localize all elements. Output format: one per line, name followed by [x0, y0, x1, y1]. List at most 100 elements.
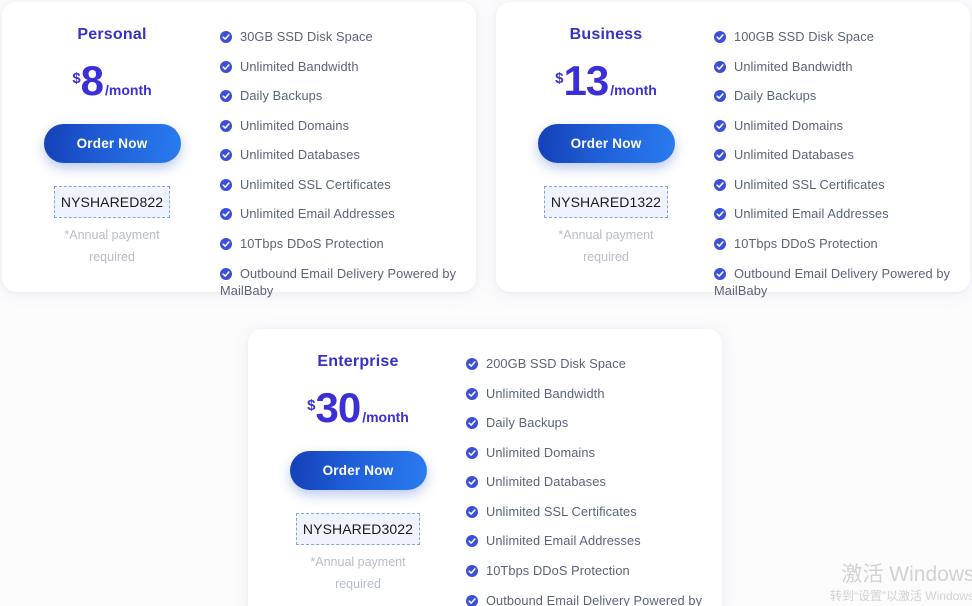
check-circle-icon — [714, 60, 726, 72]
feature-label: Unlimited Domains — [486, 445, 595, 460]
coupon-code-box[interactable]: NYSHARED1322 — [544, 186, 668, 218]
check-circle-icon — [220, 89, 232, 101]
feature-item: Unlimited Email Addresses — [220, 205, 462, 222]
feature-label: 30GB SSD Disk Space — [240, 29, 373, 44]
annual-payment-note: *Annual payment required — [299, 552, 417, 596]
feature-label: Unlimited Domains — [734, 118, 843, 133]
feature-label: Unlimited Bandwidth — [486, 386, 605, 401]
watermark-line-2: 转到“设置”以激活 Windows。 — [830, 588, 972, 604]
check-circle-icon — [466, 564, 478, 576]
feature-item: Unlimited Databases — [714, 146, 956, 163]
order-now-button[interactable]: Order Now — [538, 124, 675, 163]
feature-list-business: 100GB SSD Disk Space Unlimited Bandwidth D… — [706, 20, 956, 274]
pricing-card-enterprise: Enterprise $ 30 /month Order Now NYSHARE… — [248, 329, 722, 606]
feature-item: 30GB SSD Disk Space — [220, 28, 462, 45]
check-circle-icon — [714, 207, 726, 219]
feature-label: Daily Backups — [486, 415, 568, 430]
feature-label: Unlimited Email Addresses — [240, 206, 395, 221]
check-circle-icon — [714, 119, 726, 131]
feature-item: Unlimited Domains — [220, 117, 462, 134]
plan-title: Enterprise — [317, 353, 398, 371]
order-now-button[interactable]: Order Now — [290, 451, 427, 490]
feature-label: Unlimited SSL Certificates — [240, 177, 391, 192]
feature-label: 10Tbps DDoS Protection — [486, 563, 630, 578]
feature-label: 10Tbps DDoS Protection — [240, 236, 384, 251]
check-circle-icon — [220, 148, 232, 160]
order-now-button[interactable]: Order Now — [44, 124, 181, 163]
feature-item: Daily Backups — [714, 87, 956, 104]
check-circle-icon — [714, 267, 726, 279]
check-circle-icon — [466, 594, 478, 606]
feature-label: Unlimited Email Addresses — [486, 533, 641, 548]
check-circle-icon — [466, 416, 478, 428]
coupon-code-box[interactable]: NYSHARED822 — [54, 186, 170, 218]
feature-item: Unlimited SSL Certificates — [220, 176, 462, 193]
annual-payment-note: *Annual payment required — [547, 225, 665, 269]
pricing-card-business: Business $ 13 /month Order Now NYSHARED1… — [496, 2, 970, 292]
feature-item: 200GB SSD Disk Space — [466, 355, 708, 372]
plan-price: $ 30 /month — [307, 387, 409, 429]
check-circle-icon — [220, 60, 232, 72]
feature-item: Unlimited Databases — [466, 473, 708, 490]
check-circle-icon — [220, 119, 232, 131]
feature-item: 10Tbps DDoS Protection — [220, 235, 462, 252]
feature-item: Unlimited Bandwidth — [220, 58, 462, 75]
feature-label: 100GB SSD Disk Space — [734, 29, 874, 44]
price-amount: 8 — [81, 60, 103, 102]
check-circle-icon — [466, 387, 478, 399]
feature-label: 10Tbps DDoS Protection — [734, 236, 878, 251]
feature-label: Unlimited Domains — [240, 118, 349, 133]
feature-item: Unlimited Email Addresses — [714, 205, 956, 222]
watermark-line-1: 激活 Windows — [830, 562, 972, 588]
check-circle-icon — [714, 148, 726, 160]
feature-item: Unlimited Email Addresses — [466, 532, 708, 549]
feature-item: Outbound Email Delivery Powered by MailB… — [220, 265, 462, 300]
plan-title: Business — [570, 26, 643, 44]
check-circle-icon — [714, 30, 726, 42]
check-circle-icon — [466, 534, 478, 546]
feature-label: Unlimited Bandwidth — [240, 59, 359, 74]
check-circle-icon — [466, 505, 478, 517]
check-circle-icon — [714, 89, 726, 101]
feature-item: Daily Backups — [466, 414, 708, 431]
plan-summary-business: Business $ 13 /month Order Now NYSHARED1… — [506, 20, 706, 274]
check-circle-icon — [466, 475, 478, 487]
feature-label: Unlimited Email Addresses — [734, 206, 889, 221]
feature-label: Outbound Email Delivery Powered by MailB… — [466, 593, 702, 606]
pricing-card-personal: Personal $ 8 /month Order Now NYSHARED82… — [2, 2, 476, 292]
feature-label: 200GB SSD Disk Space — [486, 356, 626, 371]
plan-price: $ 8 /month — [72, 60, 151, 102]
feature-label: Unlimited Bandwidth — [734, 59, 853, 74]
feature-item: Unlimited Domains — [466, 444, 708, 461]
feature-label: Unlimited Databases — [486, 474, 606, 489]
check-circle-icon — [466, 446, 478, 458]
feature-list-enterprise: 200GB SSD Disk Space Unlimited Bandwidth D… — [458, 347, 708, 601]
feature-item: Unlimited Databases — [220, 146, 462, 163]
check-circle-icon — [220, 267, 232, 279]
feature-item: Daily Backups — [220, 87, 462, 104]
check-circle-icon — [220, 237, 232, 249]
plan-price: $ 13 /month — [555, 60, 657, 102]
price-currency-symbol: $ — [307, 397, 315, 414]
check-circle-icon — [466, 357, 478, 369]
coupon-code-box[interactable]: NYSHARED3022 — [296, 513, 420, 545]
price-amount: 13 — [563, 60, 608, 102]
annual-payment-note: *Annual payment required — [53, 225, 171, 269]
feature-item: Outbound Email Delivery Powered by MailB… — [466, 592, 708, 606]
plan-summary-personal: Personal $ 8 /month Order Now NYSHARED82… — [12, 20, 212, 274]
feature-item: 100GB SSD Disk Space — [714, 28, 956, 45]
feature-item: 10Tbps DDoS Protection — [466, 562, 708, 579]
feature-list-personal: 30GB SSD Disk Space Unlimited Bandwidth Da… — [212, 20, 462, 274]
check-circle-icon — [220, 30, 232, 42]
price-currency-symbol: $ — [72, 70, 80, 87]
plan-title: Personal — [77, 26, 146, 44]
feature-label: Unlimited SSL Certificates — [734, 177, 885, 192]
price-amount: 30 — [315, 387, 360, 429]
feature-item: 10Tbps DDoS Protection — [714, 235, 956, 252]
feature-label: Daily Backups — [240, 88, 322, 103]
check-circle-icon — [220, 178, 232, 190]
price-currency-symbol: $ — [555, 70, 563, 87]
plan-summary-enterprise: Enterprise $ 30 /month Order Now NYSHARE… — [258, 347, 458, 601]
feature-label: Unlimited Databases — [240, 147, 360, 162]
feature-label: Unlimited SSL Certificates — [486, 504, 637, 519]
